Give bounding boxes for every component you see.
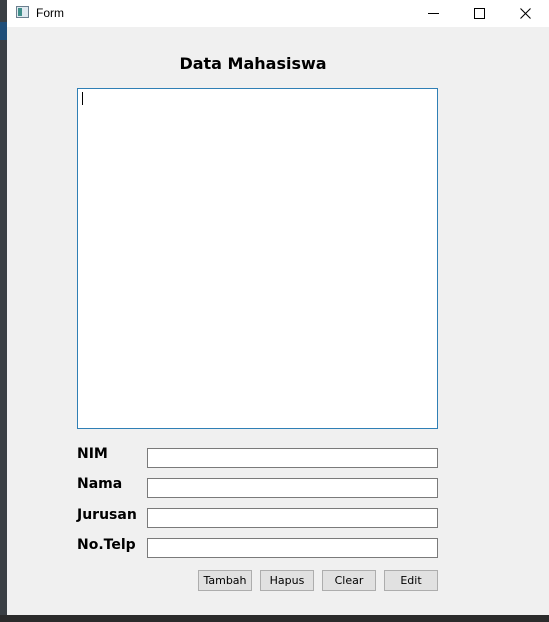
desktop-bottom <box>0 615 549 622</box>
no-telp-input[interactable] <box>147 538 438 558</box>
jurusan-input[interactable] <box>147 508 438 528</box>
jurusan-label: Jurusan <box>77 507 137 523</box>
edit-button[interactable]: Edit <box>384 570 438 591</box>
no-telp-label: No.Telp <box>77 537 136 553</box>
desktop-accent <box>0 22 7 40</box>
page-title: Data Mahasiswa <box>179 54 327 73</box>
clear-button[interactable]: Clear <box>322 570 376 591</box>
hapus-button[interactable]: Hapus <box>260 570 314 591</box>
desktop-background <box>0 0 7 622</box>
minimize-icon <box>428 13 439 14</box>
close-button[interactable] <box>503 0 549 27</box>
close-icon <box>520 8 531 19</box>
form-window: Form Data Mahasiswa NIM Nama Jurusan No.… <box>7 0 549 615</box>
text-caret <box>82 92 83 105</box>
nim-label: NIM <box>77 446 108 462</box>
nim-input[interactable] <box>147 448 438 468</box>
output-textarea[interactable] <box>77 88 438 429</box>
maximize-button[interactable] <box>457 0 503 27</box>
title-bar[interactable]: Form <box>7 0 549 27</box>
app-icon <box>16 6 29 18</box>
window-title: Form <box>36 6 64 20</box>
nama-label: Nama <box>77 476 123 492</box>
maximize-icon <box>474 8 485 19</box>
nama-input[interactable] <box>147 478 438 498</box>
minimize-button[interactable] <box>411 0 457 27</box>
tambah-button[interactable]: Tambah <box>198 570 252 591</box>
